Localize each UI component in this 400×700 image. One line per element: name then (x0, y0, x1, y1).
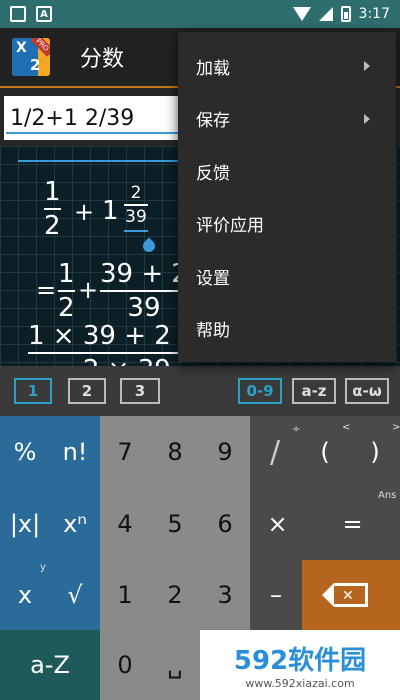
submenu-arrow-icon (364, 61, 370, 72)
battery-icon (340, 6, 351, 22)
clock: 3:17 (358, 6, 390, 22)
menu-item-help[interactable]: 帮助 (178, 303, 396, 356)
y-label: y (40, 562, 46, 573)
menu-item-load[interactable]: 加载 (178, 40, 396, 93)
menu-item-rate-app[interactable]: 评价应用 (178, 198, 396, 251)
backspace-icon: ✕ (322, 583, 368, 607)
sqrt-key[interactable]: √ (50, 560, 100, 630)
backspace-key[interactable]: ✕ (302, 560, 400, 630)
tab-greek[interactable]: α-ω (345, 378, 389, 404)
status-bar: A 3:17 (0, 0, 400, 28)
fraction-2-39: 2 39 (124, 182, 148, 232)
a-icon: A (36, 6, 52, 22)
cursor-handle[interactable] (140, 237, 158, 255)
wifi-icon (292, 7, 311, 21)
fraction-1-2: 12 (44, 177, 61, 241)
tab-fraction-3[interactable]: 3 (120, 378, 160, 404)
submenu-arrow-icon (364, 113, 370, 124)
tab-fraction-2[interactable]: 2 (68, 378, 106, 404)
overflow-menu: 加载 保存 反馈 评价应用 设置 帮助 (178, 32, 396, 362)
menu-item-feedback[interactable]: 反馈 (178, 145, 396, 198)
greater-than-label: > (392, 422, 400, 433)
app-title: 分数 (80, 47, 125, 72)
key-4[interactable]: 4 (100, 488, 150, 560)
power-key[interactable]: xⁿ (50, 488, 100, 560)
notification-icon (10, 6, 26, 22)
signal-icon (318, 7, 333, 21)
equals-key[interactable]: = (325, 488, 380, 560)
app-logo-icon[interactable]: X 2 PRO (12, 38, 50, 76)
percent-key[interactable]: % (0, 416, 50, 488)
key-0[interactable]: 0 (100, 630, 150, 700)
key-8[interactable]: 8 (150, 416, 200, 488)
menu-item-save[interactable]: 保存 (178, 93, 396, 146)
fraction-line2-a: 12 (58, 259, 75, 323)
key-7[interactable]: 7 (100, 416, 150, 488)
factorial-key[interactable]: n! (50, 416, 100, 488)
tab-latin[interactable]: a-z (292, 378, 336, 404)
fraction-line2-b: 39 + 2 39 (100, 259, 188, 323)
watermark: 592软件园 www.592xiazai.com (200, 630, 400, 700)
multiply-key[interactable]: × (250, 488, 305, 560)
abs-key[interactable]: |x| (0, 488, 50, 560)
watermark-brand: 592软件园 (233, 646, 367, 676)
watermark-url: www.592xiazai.com (245, 677, 355, 690)
key-9[interactable]: 9 (200, 416, 250, 488)
key-2[interactable]: 2 (150, 560, 200, 630)
tab-digits[interactable]: 0-9 (238, 378, 282, 404)
alpha-keyboard-key[interactable]: a-Z (0, 630, 100, 700)
tab-fraction-1[interactable]: 1 (14, 378, 52, 404)
key-5[interactable]: 5 (150, 488, 200, 560)
key-1[interactable]: 1 (100, 560, 150, 630)
menu-item-settings[interactable]: 设置 (178, 250, 396, 303)
keyboard-tabs: 1 2 3 0-9 a-z α-ω (0, 366, 400, 416)
key-3[interactable]: 3 (200, 560, 250, 630)
minus-key[interactable]: – (250, 560, 302, 630)
ans-label: Ans (378, 490, 397, 501)
key-6[interactable]: 6 (200, 488, 250, 560)
space-key[interactable]: ␣ (150, 630, 200, 700)
